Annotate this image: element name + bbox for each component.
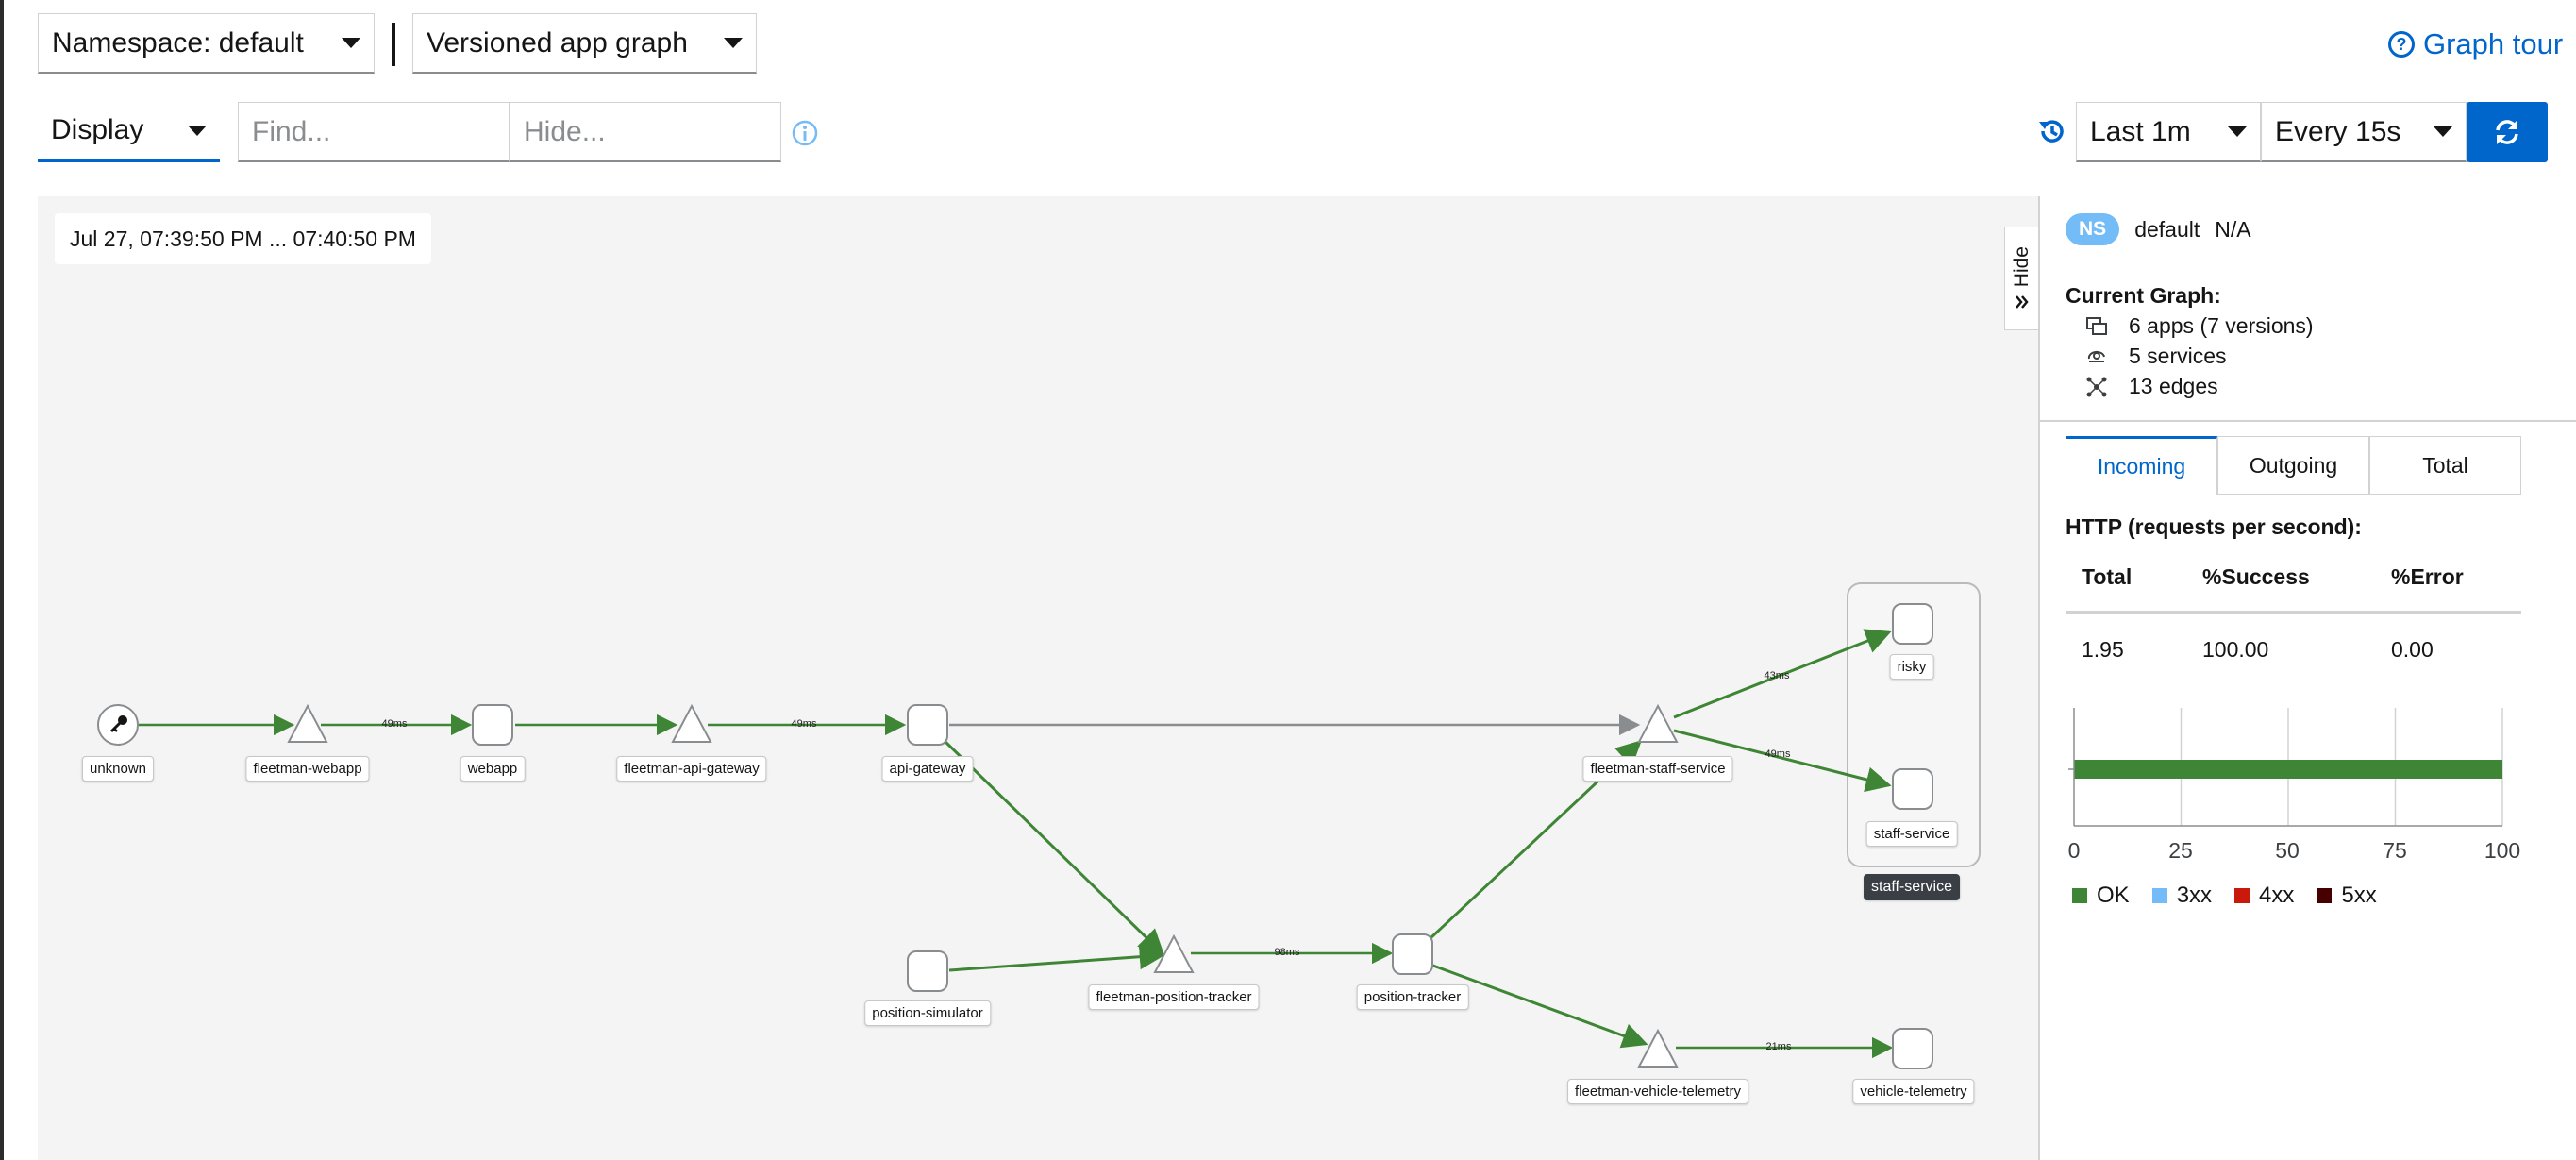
double-chevron-right-icon	[2015, 294, 2029, 309]
edge-position-simulator-to-fleetman-position-tracker[interactable]	[948, 944, 1165, 972]
namespace-name: default	[2134, 216, 2200, 242]
caret-down-icon	[2434, 126, 2452, 137]
summary-side-panel	[2038, 196, 2576, 1160]
node-label-fleetman-api-gateway: fleetman-api-gateway	[616, 756, 767, 782]
node-label-fleetman-vehicle-telemetry: fleetman-vehicle-telemetry	[1567, 1079, 1748, 1104]
http-rps-title: HTTP (requests per second):	[2066, 514, 2362, 539]
edge-label-staff: 49ms	[1765, 748, 1791, 760]
duration-dropdown[interactable]: Last 1m	[2076, 102, 2261, 162]
tab-total[interactable]: Total	[2369, 436, 2521, 495]
edge-api-gateway-to-fleetman-position-tracker[interactable]	[944, 740, 1164, 955]
node-label-unknown: unknown	[81, 756, 155, 782]
hide-panel-label: Hide	[2010, 246, 2032, 288]
service-icon	[2087, 350, 2105, 362]
topology-icon	[2086, 377, 2107, 396]
node-risky[interactable]	[1892, 603, 1933, 645]
services-count: 5 services	[2129, 344, 2227, 368]
node-vehicle-telemetry[interactable]	[1892, 1028, 1933, 1069]
legend-ok: OK	[2072, 883, 2130, 909]
edge-label-webapp: 49ms	[382, 718, 408, 730]
tab-incoming[interactable]: Incoming	[2066, 436, 2217, 495]
node-fleetman-api-gateway[interactable]	[671, 703, 712, 743]
table-header-success: %Success	[2202, 564, 2310, 589]
node-label-fleetman-staff-service: fleetman-staff-service	[1582, 756, 1733, 782]
edge-label-risky: 43ms	[1765, 670, 1790, 681]
sync-icon	[2496, 120, 2518, 144]
edges-count: 13 edges	[2129, 374, 2218, 398]
edge-label-telemetry: 21ms	[1766, 1041, 1792, 1052]
node-label-webapp: webapp	[460, 756, 526, 782]
graph-svg: 49ms 49ms 43ms 49ms 98ms 21ms	[97, 582, 1981, 1069]
apps-icon	[2086, 316, 2107, 335]
apps-count: 6 apps (7 versions)	[2129, 313, 2314, 338]
node-staff-service-version[interactable]	[1892, 768, 1933, 810]
legend-4xx: 4xx	[2234, 883, 2294, 909]
duration-dropdown-label: Last 1m	[2090, 115, 2191, 147]
node-label-fleetman-position-tracker: fleetman-position-tracker	[1088, 984, 1260, 1010]
table-header-divider	[2066, 611, 2521, 614]
node-label-vehicle-telemetry: vehicle-telemetry	[1852, 1079, 1975, 1104]
node-label-position-tracker: position-tracker	[1356, 984, 1469, 1010]
namespace-header: NS default N/A	[2066, 213, 2251, 245]
current-graph-title: Current Graph:	[2066, 283, 2221, 308]
edge-label-api-gateway: 49ms	[792, 718, 817, 730]
caret-down-icon	[2228, 126, 2247, 137]
graph-tour-label: Graph tour	[2423, 27, 2564, 60]
refresh-interval-dropdown-label: Every 15s	[2275, 115, 2401, 147]
ok-bar	[2074, 760, 2502, 779]
legend-3xx: 3xx	[2151, 883, 2212, 909]
refresh-button[interactable]	[2467, 102, 2548, 162]
node-fleetman-staff-service[interactable]	[1637, 703, 1679, 743]
table-header-error: %Error	[2391, 564, 2464, 589]
hide-panel-tab[interactable]: Hide	[2004, 227, 2038, 330]
node-position-simulator[interactable]	[907, 950, 948, 992]
node-label-fleetman-webapp: fleetman-webapp	[245, 756, 370, 782]
node-webapp[interactable]	[472, 704, 513, 746]
refresh-interval-dropdown[interactable]: Every 15s	[2261, 102, 2467, 162]
table-cell-total: 1.95	[2082, 637, 2124, 662]
services-count-row: 5 services	[2085, 344, 2227, 369]
svg-text:?: ?	[2397, 35, 2407, 54]
node-api-gateway[interactable]	[907, 704, 948, 746]
node-label-position-simulator: position-simulator	[864, 1000, 991, 1026]
chart-legend: OK 3xx 4xx 5xx	[2072, 883, 2377, 909]
node-label-risky: risky	[1889, 654, 1934, 680]
graph-edges	[134, 629, 1894, 1059]
app-box-label-staff-service: staff-service	[1864, 874, 1960, 900]
namespace-extra: N/A	[2215, 216, 2251, 242]
edges-count-row: 13 edges	[2085, 374, 2218, 399]
panel-divider	[2038, 420, 2576, 422]
question-circle-icon: ?	[2388, 31, 2415, 58]
node-label-api-gateway: api-gateway	[881, 756, 974, 782]
apps-count-row: 6 apps (7 versions)	[2085, 313, 2314, 339]
node-label-staff-service-version: staff-service	[1865, 821, 1958, 847]
table-cell-error: 0.00	[2391, 637, 2434, 662]
ns-badge: NS	[2066, 213, 2120, 245]
node-unknown[interactable]	[97, 704, 139, 746]
table-header-total: Total	[2082, 564, 2133, 589]
edge-label-position: 98ms	[1275, 947, 1300, 958]
legend-5xx: 5xx	[2317, 883, 2377, 909]
node-fleetman-vehicle-telemetry[interactable]	[1637, 1028, 1679, 1068]
graph-tour-link[interactable]: ? Graph tour	[2387, 23, 2563, 66]
table-cell-success: 100.00	[2202, 637, 2269, 662]
http-status-bar-chart	[2068, 708, 2503, 827]
history-icon	[2039, 120, 2064, 143]
tab-outgoing[interactable]: Outgoing	[2217, 436, 2369, 495]
node-position-tracker[interactable]	[1392, 933, 1433, 975]
